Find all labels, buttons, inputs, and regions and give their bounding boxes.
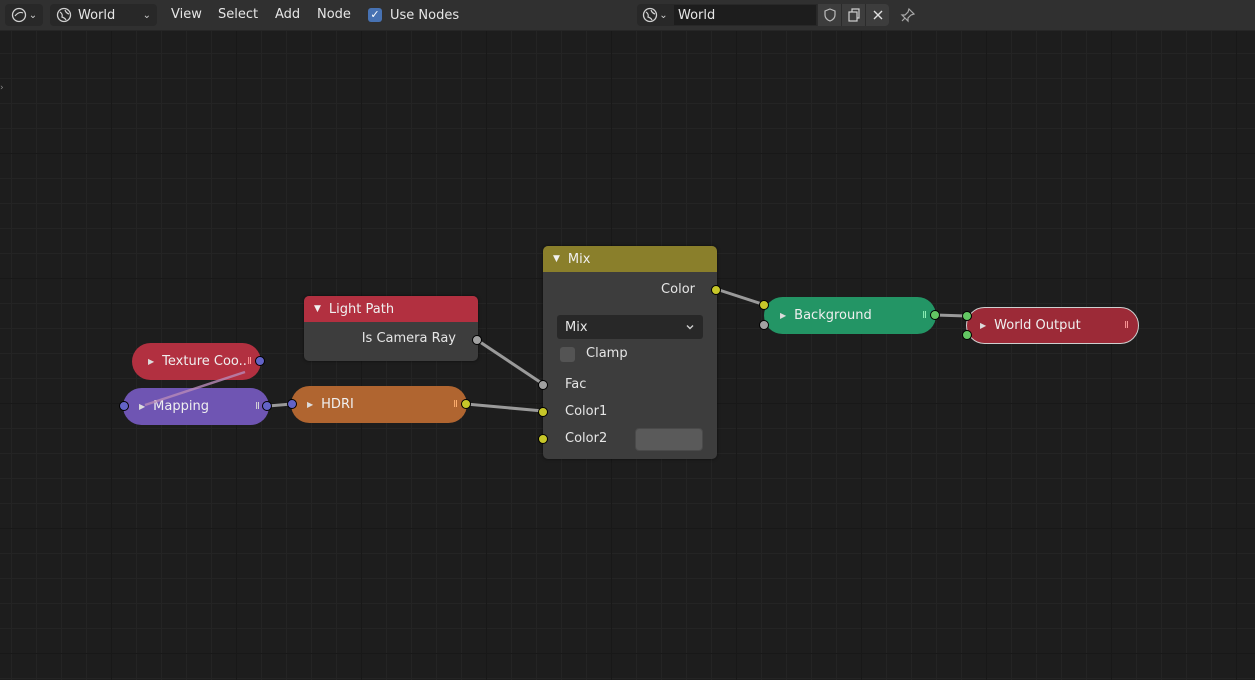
unlink-world-button[interactable] xyxy=(865,4,889,26)
world-icon xyxy=(56,7,72,23)
collapse-arrow-icon[interactable]: ▶ xyxy=(307,400,313,409)
chevron-down-icon: ⌄ xyxy=(142,9,151,21)
menu-node[interactable]: Node xyxy=(313,5,355,25)
world-datablock-selector: ⌄ World xyxy=(637,4,893,26)
duplicate-icon xyxy=(847,8,860,22)
node-editor-icon xyxy=(11,7,26,23)
hidden-sockets-icon: II xyxy=(255,401,260,412)
unlink-x-icon xyxy=(873,10,882,20)
fake-user-shield-icon xyxy=(823,8,836,22)
output-socket[interactable] xyxy=(461,399,471,409)
node-title: Mix xyxy=(567,251,591,267)
node-mix[interactable]: ▼ Mix Color Mix Clamp Fac Color1 Color2 xyxy=(543,246,717,459)
collapse-arrow-icon[interactable]: ▶ xyxy=(148,357,154,366)
chevron-down-icon xyxy=(686,325,694,330)
fake-user-button[interactable] xyxy=(817,4,841,26)
node-header[interactable]: ▼ Light Path xyxy=(304,296,478,322)
output-socket[interactable] xyxy=(930,310,940,320)
input-socket-fac[interactable] xyxy=(538,380,548,390)
hidden-sockets-icon: II xyxy=(922,310,927,321)
hidden-sockets-icon: II xyxy=(247,356,252,367)
node-hdri[interactable]: ▶ HDRI II xyxy=(291,386,467,423)
menu-add[interactable]: Add xyxy=(271,5,304,25)
shader-type-label: World xyxy=(78,7,116,23)
input-socket-surface[interactable] xyxy=(962,311,972,321)
node-title: Mapping xyxy=(153,399,209,414)
node-title: Background xyxy=(794,308,872,323)
pin-button[interactable] xyxy=(898,4,918,26)
collapse-arrow-icon[interactable]: ▶ xyxy=(980,321,986,330)
node-title: Texture Coo... xyxy=(162,354,248,369)
chevron-down-icon: ⌄ xyxy=(28,9,38,21)
input-socket-strength[interactable] xyxy=(759,320,769,330)
node-title: World Output xyxy=(994,318,1081,333)
editor-type-selector[interactable]: ⌄ xyxy=(5,4,43,26)
world-name-field[interactable]: World xyxy=(673,4,817,26)
output-label: Color xyxy=(661,282,695,297)
input-socket[interactable] xyxy=(287,399,297,409)
output-socket[interactable] xyxy=(711,285,721,295)
input-socket-color[interactable] xyxy=(759,300,769,310)
node-editor-header: ⌄ World ⌄ View Select Add Node ✓ Use Nod… xyxy=(0,0,1255,31)
blend-mode-value: Mix xyxy=(565,319,588,335)
node-world-output[interactable]: ▶ World Output II xyxy=(966,307,1139,344)
input-label-color2: Color2 xyxy=(565,431,608,446)
clamp-checkbox[interactable] xyxy=(560,347,575,362)
collapse-arrow-icon[interactable]: ▼ xyxy=(314,304,321,314)
color2-swatch[interactable] xyxy=(635,428,703,451)
use-nodes-label: Use Nodes xyxy=(390,7,460,23)
shader-type-dropdown[interactable]: World ⌄ xyxy=(50,4,157,26)
collapse-arrow-icon[interactable]: ▼ xyxy=(553,254,560,264)
input-socket-volume[interactable] xyxy=(962,330,972,340)
collapse-arrow-icon[interactable]: ▶ xyxy=(139,402,145,411)
hidden-sockets-icon: II xyxy=(1124,320,1129,331)
node-mapping[interactable]: ▶ Mapping II xyxy=(123,388,269,425)
collapse-arrow-icon[interactable]: ▶ xyxy=(780,311,786,320)
pin-icon xyxy=(900,7,916,23)
output-socket[interactable] xyxy=(262,401,272,411)
sidebar-expand-arrow-icon[interactable]: › xyxy=(0,83,4,93)
output-socket[interactable] xyxy=(472,335,482,345)
clamp-label: Clamp xyxy=(586,346,628,361)
menu-select[interactable]: Select xyxy=(214,5,262,25)
node-background[interactable]: ▶ Background II xyxy=(764,297,936,334)
node-title: Light Path xyxy=(328,301,395,317)
menu-view[interactable]: View xyxy=(167,5,206,25)
use-nodes-toggle[interactable]: ✓ Use Nodes xyxy=(368,5,459,25)
node-light-path[interactable]: ▼ Light Path Is Camera Ray xyxy=(304,296,478,361)
node-texture-coordinate[interactable]: ▶ Texture Coo... II xyxy=(132,343,261,380)
input-label-fac: Fac xyxy=(565,377,587,392)
input-socket-color2[interactable] xyxy=(538,434,548,444)
input-socket[interactable] xyxy=(119,401,129,411)
new-world-button[interactable] xyxy=(841,4,865,26)
world-browse-button[interactable]: ⌄ xyxy=(637,4,673,26)
output-label: Is Camera Ray xyxy=(361,331,456,346)
input-socket-color1[interactable] xyxy=(538,407,548,417)
world-icon xyxy=(643,7,658,23)
output-socket[interactable] xyxy=(255,356,265,366)
node-header[interactable]: ▼ Mix xyxy=(543,246,717,272)
blend-mode-dropdown[interactable]: Mix xyxy=(557,315,703,339)
node-title: HDRI xyxy=(321,397,354,412)
chevron-down-icon: ⌄ xyxy=(659,9,668,21)
input-label-color1: Color1 xyxy=(565,404,608,419)
use-nodes-checkbox[interactable]: ✓ xyxy=(368,8,382,22)
hidden-sockets-icon: II xyxy=(453,399,458,410)
